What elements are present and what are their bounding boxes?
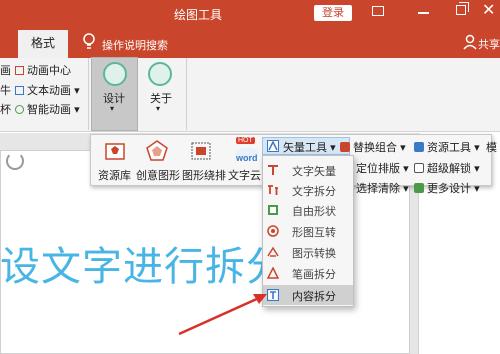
design-icon (103, 62, 127, 86)
ribbon-cut-item-1[interactable]: 画 (0, 62, 11, 78)
freeform-icon (268, 205, 278, 215)
ribbon-cut-item-3[interactable]: 杯 (0, 101, 11, 117)
diagram-convert-icon (267, 246, 279, 257)
ribbon-divider (88, 58, 89, 130)
anim-center-button[interactable]: 动画中心 (15, 62, 71, 78)
title-bar (0, 0, 500, 58)
about-icon (148, 62, 172, 86)
more-design-button[interactable]: 更多设计 ▾ (414, 180, 480, 196)
text-anim-button[interactable]: 文本动画 ▾ (15, 82, 80, 98)
close-icon[interactable]: ✕ (482, 0, 495, 20)
shape-convert-icon (267, 225, 279, 237)
vector-tool-icon (267, 140, 279, 152)
anim-center-icon (15, 66, 24, 75)
menu-item-label: 图示转换 (292, 248, 336, 260)
restore-icon[interactable] (456, 5, 466, 15)
annotation-arrow-icon (178, 294, 267, 336)
resource-tool-button[interactable]: 资源工具 ▾ (414, 139, 480, 155)
smart-anim-icon (15, 105, 24, 114)
menu-item-label: 内容拆分 (292, 291, 336, 303)
model-button-partial[interactable]: 模 (486, 139, 497, 155)
text-anim-icon (15, 86, 24, 95)
tab-format[interactable]: 格式 (18, 30, 68, 58)
resource-library-button[interactable]: 资源库 (98, 167, 131, 183)
ribbon-divider (186, 58, 187, 130)
ribbon-cut-item-2[interactable]: 牛 (0, 82, 11, 98)
smart-anim-button[interactable]: 智能动画 ▾ (15, 101, 80, 117)
replace-combo-icon (340, 142, 350, 152)
hot-badge: HOT (236, 137, 255, 144)
user-icon[interactable] (463, 34, 477, 50)
lock-icon (414, 163, 424, 173)
creative-shape-icon (146, 140, 168, 161)
text-split-icon (268, 185, 278, 195)
select-clear-button[interactable]: 选择清除 ▾ (356, 180, 409, 196)
menu-item-label: 形图互转 (292, 227, 336, 239)
lightbulb-icon (83, 33, 95, 49)
text-vector-icon (268, 165, 278, 175)
window-title: 绘图工具 (174, 8, 223, 22)
share-button[interactable]: 共享 (478, 36, 500, 52)
menu-item-label: 文字拆分 (292, 186, 336, 198)
ribbon-display-icon[interactable] (372, 6, 384, 16)
image-wrap-icon (191, 142, 211, 160)
super-unlock-button[interactable]: 超级解锁 ▾ (414, 160, 480, 176)
replace-combo-button[interactable]: 替换组合 ▾ (340, 139, 406, 155)
resource-tool-icon (414, 142, 424, 152)
rotate-handle-icon[interactable] (6, 152, 24, 170)
vector-tool-label: 矢量工具 ▾ (283, 142, 336, 154)
stroke-split-icon (267, 267, 279, 279)
word-cloud-button[interactable]: 文字云 (228, 167, 261, 183)
chevron-down-icon: ▾ (110, 104, 115, 113)
more-design-icon (414, 183, 424, 193)
login-button[interactable]: 登录 (314, 5, 352, 21)
about-label: 关于 (150, 93, 172, 105)
resource-library-icon (105, 143, 125, 160)
menu-item-label: 自由形状 (292, 206, 336, 218)
position-layout-button[interactable]: 定位排版 ▾ (356, 160, 409, 176)
menu-item-label: 文字矢量 (292, 166, 336, 178)
slide-text-box[interactable]: 设文字进行拆分 (0, 234, 287, 292)
chevron-down-icon: ▾ (156, 104, 161, 113)
word-cloud-word-badge: word (236, 153, 258, 163)
menu-item-label: 笔画拆分 (292, 269, 336, 281)
image-wrap-button[interactable]: 图形绕排 (182, 167, 226, 183)
tell-me-search[interactable]: 操作说明搜索 (102, 37, 168, 53)
creative-shape-button[interactable]: 创意图形 (136, 167, 180, 183)
minimize-icon[interactable] (418, 12, 429, 14)
